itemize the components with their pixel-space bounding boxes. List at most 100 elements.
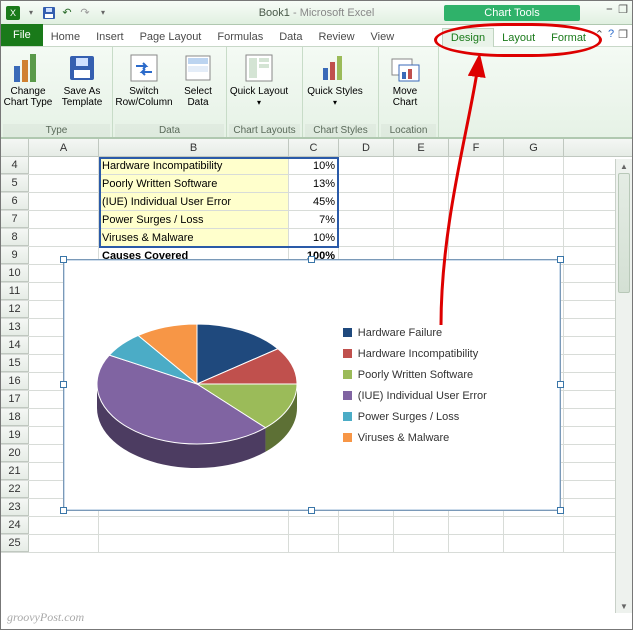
ribbon-minimize-icon[interactable]: ⌃: [595, 28, 604, 41]
cell[interactable]: [394, 229, 449, 246]
cell[interactable]: [449, 211, 504, 228]
tab-formulas[interactable]: Formulas: [209, 28, 271, 46]
excel-icon[interactable]: X: [5, 5, 21, 21]
cell[interactable]: Viruses & Malware: [99, 229, 289, 246]
resize-handle[interactable]: [557, 256, 564, 263]
cell[interactable]: [504, 175, 564, 192]
cell[interactable]: [29, 229, 99, 246]
row-header[interactable]: 20: [1, 445, 29, 462]
row-header[interactable]: 14: [1, 337, 29, 354]
cell[interactable]: [504, 229, 564, 246]
tab-page-layout[interactable]: Page Layout: [132, 28, 210, 46]
row-header[interactable]: 25: [1, 535, 29, 552]
qat-dropdown-icon[interactable]: ▾: [23, 5, 39, 21]
row-header[interactable]: 13: [1, 319, 29, 336]
cell[interactable]: [504, 535, 564, 552]
resize-handle[interactable]: [557, 381, 564, 388]
legend-item[interactable]: Power Surges / Loss: [343, 411, 560, 423]
cell[interactable]: [339, 535, 394, 552]
redo-icon[interactable]: ↷: [77, 5, 93, 21]
row-header[interactable]: 19: [1, 427, 29, 444]
row-header[interactable]: 11: [1, 283, 29, 300]
cell[interactable]: [504, 211, 564, 228]
cell[interactable]: Poorly Written Software: [99, 175, 289, 192]
cell[interactable]: 10%: [289, 229, 339, 246]
col-header[interactable]: F: [449, 139, 504, 156]
scroll-down-icon[interactable]: ▼: [616, 599, 632, 613]
save-icon[interactable]: [41, 5, 57, 21]
quick-styles-button[interactable]: Quick Styles ▾: [305, 52, 365, 108]
minimize-button[interactable]: ⎯: [607, 3, 613, 16]
cell[interactable]: [394, 535, 449, 552]
legend-item[interactable]: (IUE) Individual User Error: [343, 390, 560, 402]
row-header[interactable]: 8: [1, 229, 29, 246]
cell[interactable]: [339, 517, 394, 534]
tab-review[interactable]: Review: [310, 28, 362, 46]
restore-button[interactable]: ❐: [618, 3, 628, 16]
col-header[interactable]: E: [394, 139, 449, 156]
row-header[interactable]: 16: [1, 373, 29, 390]
row-header[interactable]: 24: [1, 517, 29, 534]
cell[interactable]: [449, 517, 504, 534]
cell[interactable]: [29, 535, 99, 552]
cell[interactable]: 13%: [289, 175, 339, 192]
cell[interactable]: [504, 157, 564, 174]
tab-file[interactable]: File: [1, 24, 43, 46]
cell[interactable]: [339, 211, 394, 228]
cell[interactable]: [394, 157, 449, 174]
tab-insert[interactable]: Insert: [88, 28, 132, 46]
cell[interactable]: [339, 229, 394, 246]
cell[interactable]: [449, 229, 504, 246]
tab-design[interactable]: Design: [442, 28, 494, 47]
row-header[interactable]: 23: [1, 499, 29, 516]
cell[interactable]: [394, 175, 449, 192]
col-header[interactable]: A: [29, 139, 99, 156]
select-data-button[interactable]: Select Data: [177, 52, 219, 108]
cell[interactable]: [504, 193, 564, 210]
cell[interactable]: [289, 517, 339, 534]
help-icon[interactable]: ?: [608, 28, 614, 41]
doc-restore-icon[interactable]: ❐: [618, 28, 628, 41]
cell[interactable]: [449, 535, 504, 552]
legend-item[interactable]: Poorly Written Software: [343, 369, 560, 381]
row-header[interactable]: 9: [1, 247, 29, 264]
cell[interactable]: [29, 211, 99, 228]
cell[interactable]: [29, 157, 99, 174]
col-header[interactable]: B: [99, 139, 289, 156]
cell[interactable]: [29, 517, 99, 534]
qat-customize-icon[interactable]: ▾: [95, 5, 111, 21]
scroll-thumb[interactable]: [618, 173, 630, 293]
row-header[interactable]: 22: [1, 481, 29, 498]
row-header[interactable]: 18: [1, 409, 29, 426]
cell[interactable]: [394, 211, 449, 228]
cell[interactable]: [339, 193, 394, 210]
undo-icon[interactable]: ↶: [59, 5, 75, 21]
tab-layout[interactable]: Layout: [494, 29, 543, 47]
cell[interactable]: [504, 517, 564, 534]
row-header[interactable]: 5: [1, 175, 29, 192]
cell[interactable]: [449, 175, 504, 192]
row-header[interactable]: 17: [1, 391, 29, 408]
cell[interactable]: [449, 193, 504, 210]
row-header[interactable]: 4: [1, 157, 29, 174]
row-header[interactable]: 10: [1, 265, 29, 282]
col-header[interactable]: G: [504, 139, 564, 156]
chart-legend[interactable]: Hardware FailureHardware Incompatibility…: [337, 260, 560, 510]
worksheet[interactable]: A B C D E F G 4Hardware Incompatibility1…: [1, 139, 632, 553]
row-header[interactable]: 7: [1, 211, 29, 228]
cell[interactable]: [99, 535, 289, 552]
cell[interactable]: 45%: [289, 193, 339, 210]
quick-layout-button[interactable]: Quick Layout ▾: [229, 52, 289, 108]
legend-item[interactable]: Hardware Incompatibility: [343, 348, 560, 360]
scroll-up-icon[interactable]: ▲: [616, 159, 632, 173]
embedded-chart[interactable]: Hardware FailureHardware Incompatibility…: [63, 259, 561, 511]
select-all-corner[interactable]: [1, 139, 29, 156]
legend-item[interactable]: Viruses & Malware: [343, 432, 560, 444]
move-chart-button[interactable]: Move Chart: [381, 52, 429, 108]
tab-view[interactable]: View: [363, 28, 403, 46]
cell[interactable]: [29, 175, 99, 192]
save-as-template-button[interactable]: Save As Template: [57, 52, 107, 108]
cell[interactable]: 7%: [289, 211, 339, 228]
cell[interactable]: [339, 157, 394, 174]
tab-format[interactable]: Format: [543, 29, 594, 47]
